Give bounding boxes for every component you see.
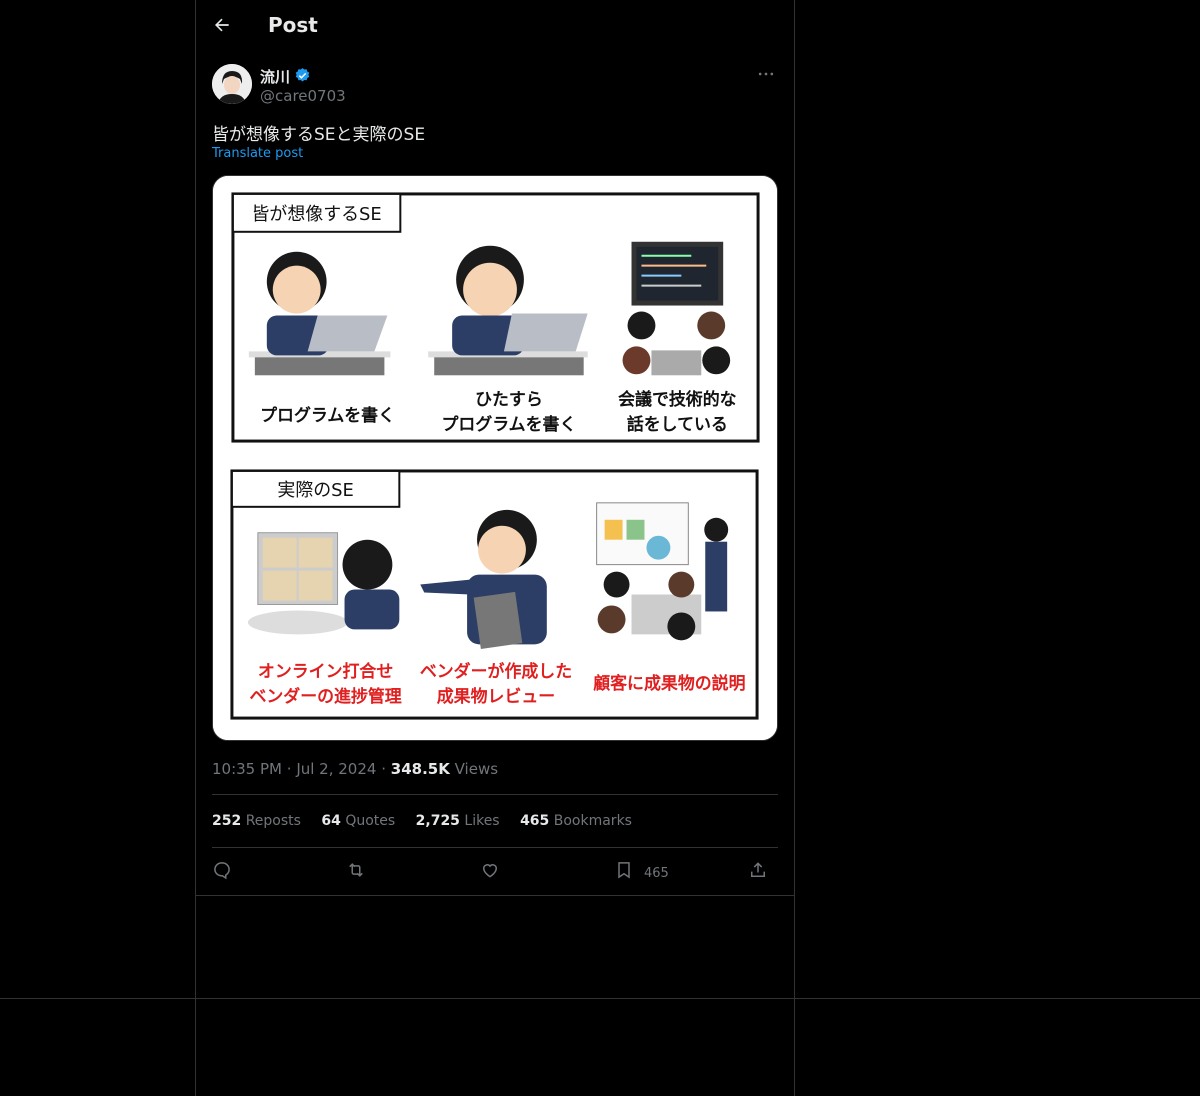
top-caption-1: プログラムを書く <box>260 405 395 425</box>
post-image[interactable]: 皆が想像するSE プログラムを書く ひたすら プログラムを書く 会議で技術的な … <box>212 175 778 741</box>
likes-stat[interactable]: 2,725 Likes <box>416 813 500 829</box>
avatar[interactable] <box>212 64 252 104</box>
se-comparison-illustration: 皆が想像するSE プログラムを書く ひたすら プログラムを書く 会議で技術的な … <box>213 176 777 740</box>
post-meta: 10:35 PM · Jul 2, 2024 · 348.5K Views <box>212 760 498 778</box>
reply-icon[interactable] <box>212 860 234 882</box>
views-label: Views <box>454 760 499 778</box>
top-caption-3b: 話をしている <box>627 414 728 434</box>
bottom-caption-2a: ベンダーが作成した <box>420 661 572 681</box>
author-handle[interactable]: @care0703 <box>260 87 346 105</box>
post-date[interactable]: Jul 2, 2024 <box>296 760 376 778</box>
bottom-caption-2b: 成果物レビュー <box>437 686 555 706</box>
post-time[interactable]: 10:35 PM <box>212 760 282 778</box>
page-title: Post <box>268 13 318 37</box>
bottom-caption-1b: ベンダーの進捗管理 <box>249 686 401 706</box>
bookmark-count: 465 <box>644 866 669 881</box>
divider <box>212 847 778 848</box>
views-count: 348.5K <box>390 760 450 778</box>
divider <box>0 998 1200 999</box>
translate-post-link[interactable]: Translate post <box>212 146 303 161</box>
bookmarks-stat[interactable]: 465 Bookmarks <box>520 813 632 829</box>
top-caption-2b: プログラムを書く <box>442 414 577 434</box>
action-bar: 465 <box>212 858 778 886</box>
bottom-caption-3: 顧客に成果物の説明 <box>593 673 745 693</box>
back-arrow-icon[interactable] <box>212 15 236 39</box>
bottom-panel-heading: 実際のSE <box>277 480 353 501</box>
top-panel-heading: 皆が想像するSE <box>252 204 382 225</box>
divider <box>212 794 778 795</box>
like-icon[interactable] <box>480 860 502 882</box>
meta-separator: · <box>381 760 391 778</box>
top-caption-3a: 会議で技術的な <box>618 389 737 409</box>
share-icon[interactable] <box>748 860 770 882</box>
author-name[interactable]: 流川 <box>260 66 290 87</box>
post-column: Post 流川 @care0703 皆が想像するSEと実際のSE Transla… <box>195 0 795 1096</box>
divider <box>196 895 794 896</box>
repost-icon[interactable] <box>346 860 368 882</box>
verified-badge-icon <box>294 67 311 84</box>
post-header: Post <box>196 0 794 53</box>
bottom-caption-1a: オンライン打合せ <box>258 661 393 681</box>
top-caption-2a: ひたすら <box>475 389 543 409</box>
bookmark-icon[interactable] <box>614 860 636 882</box>
illustration-online-meeting <box>247 532 400 635</box>
post-text: 皆が想像するSEと実際のSE <box>212 125 426 145</box>
meta-separator: · <box>286 760 297 778</box>
engagement-stats: 252 Reposts 64 Quotes 2,725 Likes 465 Bo… <box>212 813 648 829</box>
reposts-stat[interactable]: 252 Reposts <box>212 813 301 829</box>
quotes-stat[interactable]: 64 Quotes <box>321 813 395 829</box>
more-options-icon[interactable] <box>756 64 780 88</box>
